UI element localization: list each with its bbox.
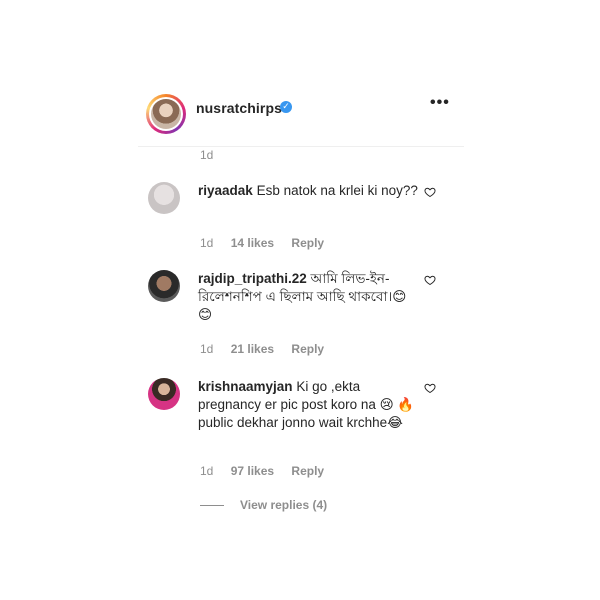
- comment-meta: 1d 97 likes Reply: [200, 464, 338, 478]
- heart-outline-icon[interactable]: [424, 186, 436, 198]
- comment-username[interactable]: rajdip_tripathi.22: [198, 271, 307, 286]
- comment-time: 1d: [200, 342, 214, 356]
- avatar[interactable]: [148, 182, 180, 214]
- view-replies-label: View replies (4): [240, 498, 328, 512]
- replies-divider: [200, 505, 224, 507]
- post-username[interactable]: nusratchirps: [196, 100, 282, 116]
- post-time: 1d: [200, 148, 214, 162]
- post-header: nusratchirps ✓ •••: [138, 88, 464, 147]
- comment-meta: 1d 21 likes Reply: [200, 342, 338, 356]
- comment-likes[interactable]: 14 likes: [231, 236, 274, 250]
- view-replies-link[interactable]: View replies (4): [200, 498, 327, 512]
- reply-button[interactable]: Reply: [291, 464, 324, 478]
- avatar[interactable]: [148, 270, 180, 302]
- heart-outline-icon[interactable]: [424, 274, 436, 286]
- comment-time: 1d: [200, 236, 214, 250]
- comment-time: 1d: [200, 464, 214, 478]
- avatar-photo: [151, 99, 181, 129]
- reply-button[interactable]: Reply: [291, 236, 324, 250]
- comment-text: riyaadak Esb natok na krlei ki noy??: [198, 182, 418, 200]
- avatar[interactable]: [148, 378, 180, 410]
- more-options-icon[interactable]: •••: [430, 94, 450, 112]
- reply-button[interactable]: Reply: [291, 342, 324, 356]
- comment-meta: 1d 14 likes Reply: [200, 236, 338, 250]
- comment-likes[interactable]: 97 likes: [231, 464, 274, 478]
- comment-text: krishnaamyjan Ki go ,ekta pregnancy er p…: [198, 378, 418, 432]
- verified-badge-icon: ✓: [280, 101, 292, 113]
- comment-body: Esb natok na krlei ki noy??: [256, 183, 418, 198]
- comment-username[interactable]: krishnaamyjan: [198, 379, 293, 394]
- heart-outline-icon[interactable]: [424, 382, 436, 394]
- comment-likes[interactable]: 21 likes: [231, 342, 274, 356]
- comment-text: rajdip_tripathi.22 আমি লিভ-ইন-রিলেশনশিপ …: [198, 270, 418, 324]
- comment-username[interactable]: riyaadak: [198, 183, 253, 198]
- avatar[interactable]: [146, 94, 186, 134]
